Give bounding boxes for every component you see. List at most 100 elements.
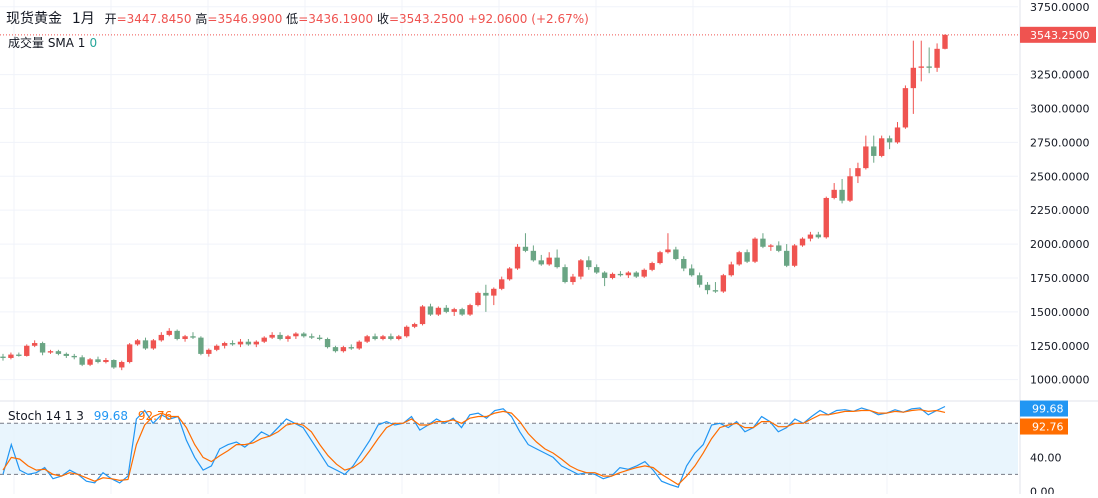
candle-body	[277, 334, 283, 339]
candle-body	[443, 307, 449, 312]
candle-body	[522, 246, 529, 251]
candle	[847, 168, 853, 203]
candle	[649, 261, 655, 272]
volume-legend[interactable]: 成交量 SMA 10	[8, 34, 97, 51]
low-label: 低	[286, 12, 299, 26]
stoch-label: Stoch 14 1 3	[8, 409, 84, 423]
candle	[47, 349, 54, 354]
candle-body	[71, 355, 77, 358]
volume-label: 成交量 SMA 1	[8, 36, 86, 50]
close-value: =3543.2500	[388, 12, 464, 26]
candle-body	[633, 272, 639, 277]
candle	[871, 135, 877, 163]
stoch-axis-tick: 40.00	[1030, 451, 1062, 464]
candle-body	[665, 249, 671, 253]
stoch-k-badge-text: 99.68	[1032, 403, 1064, 416]
candle	[807, 231, 814, 242]
candle	[665, 233, 671, 254]
candle-body	[815, 234, 822, 238]
chart-stage[interactable]: 1000.0000 1250.0000 1500.0000 1750.0000 2000…	[0, 0, 1098, 498]
volume-value: 0	[89, 36, 98, 50]
candle	[942, 34, 948, 50]
candle	[657, 250, 663, 265]
candle	[696, 272, 703, 288]
candle	[158, 332, 165, 342]
candle-body	[926, 66, 932, 68]
candle-body	[214, 345, 220, 350]
candle	[530, 245, 537, 262]
candle-body	[902, 88, 909, 128]
candle	[736, 250, 742, 266]
candle	[491, 287, 497, 306]
candle-body	[404, 326, 410, 337]
candle-body	[0, 356, 6, 358]
candle	[55, 349, 62, 356]
candle-body	[847, 176, 853, 201]
price-axis-tick: 2250.0000	[1030, 204, 1090, 217]
candle-body	[340, 347, 347, 352]
candle-body	[364, 336, 370, 342]
candle	[839, 178, 845, 204]
candle-body	[451, 309, 457, 312]
candle	[245, 338, 252, 346]
candle-body	[894, 127, 901, 143]
candle	[562, 264, 568, 284]
candle	[926, 47, 932, 74]
candle-body	[229, 343, 236, 345]
candle-body	[63, 353, 70, 356]
candle	[134, 338, 141, 346]
candle	[863, 135, 869, 170]
candle	[783, 244, 790, 268]
stoch-d-badge-text: 92.76	[1032, 421, 1064, 434]
candle	[79, 355, 85, 367]
candle-body	[831, 189, 837, 198]
candle-body	[601, 272, 608, 278]
candle-body	[301, 333, 307, 337]
candle-body	[372, 336, 378, 339]
candle	[316, 334, 323, 341]
candle-body	[316, 337, 323, 339]
candle-body	[309, 336, 315, 338]
stoch-legend[interactable]: Stoch 14 1 3 99.68 92.76	[8, 409, 172, 423]
candle-body	[681, 258, 687, 269]
candle-body	[253, 341, 260, 345]
candle	[142, 337, 149, 350]
candle	[396, 334, 402, 341]
candle-body	[356, 341, 362, 349]
candle	[570, 273, 576, 285]
price-axis-tick: 1500.0000	[1030, 306, 1090, 319]
price-axis-tick: 2750.0000	[1030, 136, 1090, 149]
interval-label[interactable]: 1月	[72, 11, 95, 27]
candle	[39, 341, 46, 356]
candle-body	[411, 324, 418, 327]
candle	[704, 282, 711, 295]
candle	[388, 333, 394, 341]
candle-body	[791, 245, 798, 266]
candle-body	[688, 268, 695, 276]
candle	[902, 85, 909, 129]
candle-body	[293, 333, 299, 337]
candle-body	[823, 197, 829, 238]
candle-body	[649, 263, 655, 270]
candle-body	[174, 330, 180, 339]
candle	[404, 325, 410, 338]
symbol-title[interactable]: 现货黄金	[6, 11, 62, 27]
candle	[688, 264, 695, 277]
candle	[372, 333, 378, 341]
candle-body	[578, 260, 584, 277]
candle-body	[776, 245, 782, 251]
candle-body	[807, 234, 814, 239]
candle	[720, 273, 727, 293]
candle	[269, 332, 275, 339]
candle-body	[285, 336, 291, 339]
candle-body	[24, 345, 30, 356]
candle-body	[530, 250, 537, 261]
stoch-axis-tick: 0.00	[1030, 485, 1055, 494]
symbol-legend: 现货黄金 1月 开=3447.8450 高=3546.9900 低=3436.1…	[6, 8, 589, 28]
candle-body	[8, 354, 14, 358]
candle-body	[712, 290, 719, 292]
candle	[150, 338, 157, 350]
candle-body	[783, 250, 790, 266]
candle-body	[657, 252, 663, 264]
candle	[459, 307, 465, 316]
